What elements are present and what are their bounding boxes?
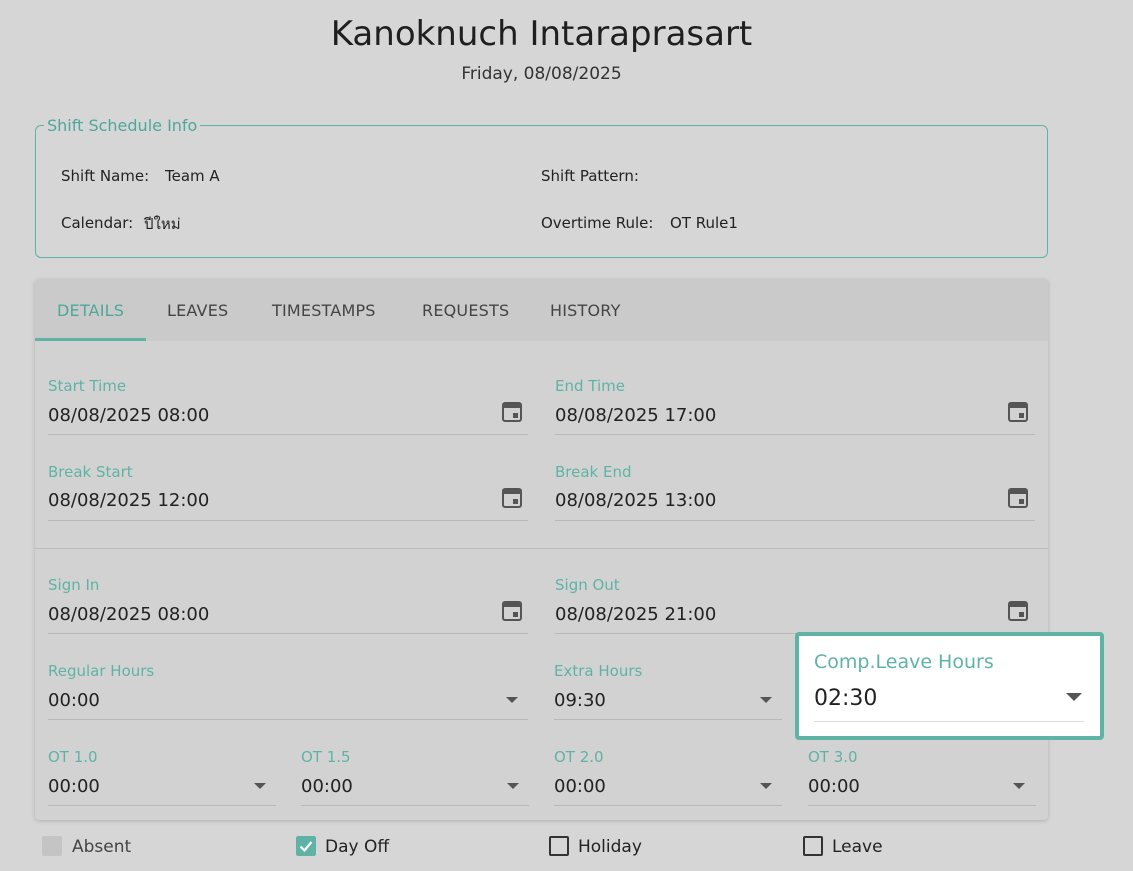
break-end-underline (555, 520, 1035, 521)
comp-leave-hours-label: Comp.Leave Hours (814, 651, 994, 673)
sign-in-input[interactable]: 08/08/2025 08:00 (48, 604, 209, 625)
ot-2-0-label: OT 2.0 (554, 748, 604, 766)
tab-leaves[interactable]: LEAVES (167, 301, 228, 320)
sign-out-input[interactable]: 08/08/2025 21:00 (555, 604, 716, 625)
sign-in-underline (48, 633, 528, 634)
regular-hours-select[interactable]: 00:00 (48, 690, 100, 711)
ot-1-0-select[interactable]: 00:00 (48, 776, 100, 797)
extra-hours-underline (554, 719, 782, 720)
shift-name-label: Shift Name: (61, 167, 150, 185)
calendar-icon[interactable] (1007, 399, 1029, 423)
ot-2-0-select[interactable]: 00:00 (554, 776, 606, 797)
employee-name: Kanoknuch Intaraprasart (330, 14, 753, 54)
chevron-down-icon[interactable] (1066, 693, 1082, 701)
calendar-icon[interactable] (501, 399, 523, 423)
calendar-value: ปีใหม่ (144, 215, 181, 233)
sign-out-label: Sign Out (555, 576, 620, 594)
absent-label: Absent (72, 837, 132, 857)
ot-1-5-select[interactable]: 00:00 (301, 776, 353, 797)
shift-pattern-label: Shift Pattern: (541, 167, 639, 185)
comp-leave-hours-underline (814, 721, 1084, 722)
section-divider (35, 548, 1048, 549)
start-time-input[interactable]: 08/08/2025 08:00 (48, 405, 209, 426)
chevron-down-icon[interactable] (760, 783, 772, 789)
shift-date: Friday, 08/08/2025 (461, 64, 622, 84)
tab-requests[interactable]: REQUESTS (422, 301, 509, 320)
holiday-checkbox[interactable] (549, 836, 569, 856)
holiday-label: Holiday (578, 837, 642, 857)
ot-1-5-label: OT 1.5 (301, 748, 351, 766)
calendar-icon[interactable] (501, 598, 523, 622)
calendar-label: Calendar: (61, 214, 134, 232)
calendar-icon[interactable] (1007, 598, 1029, 622)
ot-2-0-underline (554, 805, 782, 806)
break-start-input[interactable]: 08/08/2025 12:00 (48, 490, 209, 511)
shift-schedule-legend: Shift Schedule Info (44, 116, 201, 135)
sign-in-label: Sign In (48, 576, 100, 594)
ot-1-0-label: OT 1.0 (48, 748, 98, 766)
end-time-underline (555, 434, 1035, 435)
break-start-underline (48, 520, 528, 521)
chevron-down-icon[interactable] (760, 697, 772, 703)
chevron-down-icon[interactable] (506, 697, 518, 703)
end-time-input[interactable]: 08/08/2025 17:00 (555, 405, 716, 426)
ot-1-0-underline (48, 805, 276, 806)
calendar-icon[interactable] (1007, 485, 1029, 509)
regular-hours-underline (48, 719, 528, 720)
day-off-label: Day Off (325, 837, 390, 857)
break-start-label: Break Start (48, 463, 133, 481)
chevron-down-icon[interactable] (1013, 783, 1025, 789)
shift-name-value: Team A (165, 167, 220, 185)
active-tab-indicator (35, 338, 146, 341)
day-off-checkbox[interactable] (296, 836, 316, 856)
overtime-rule-label: Overtime Rule: (541, 214, 654, 232)
shift-schedule-box (35, 125, 1048, 258)
ot-3-0-underline (808, 805, 1036, 806)
chevron-down-icon[interactable] (254, 783, 266, 789)
start-time-label: Start Time (48, 377, 127, 395)
tab-timestamps[interactable]: TIMESTAMPS (272, 301, 376, 320)
leave-label: Leave (832, 837, 883, 857)
ot-3-0-select[interactable]: 00:00 (808, 776, 860, 797)
absent-checkbox[interactable] (42, 836, 62, 856)
comp-leave-hours-select[interactable]: 02:30 (814, 686, 877, 711)
extra-hours-label: Extra Hours (554, 662, 643, 680)
ot-1-5-underline (301, 805, 529, 806)
extra-hours-select[interactable]: 09:30 (554, 690, 606, 711)
end-time-label: End Time (555, 377, 625, 395)
regular-hours-label: Regular Hours (48, 662, 155, 680)
chevron-down-icon[interactable] (507, 783, 519, 789)
tab-details[interactable]: DETAILS (57, 301, 124, 320)
calendar-icon[interactable] (501, 485, 523, 509)
break-end-input[interactable]: 08/08/2025 13:00 (555, 490, 716, 511)
tab-bar: DETAILS LEAVES TIMESTAMPS REQUESTS HISTO… (35, 279, 1048, 341)
break-end-label: Break End (555, 463, 632, 481)
leave-checkbox[interactable] (803, 836, 823, 856)
overtime-rule-value: OT Rule1 (670, 214, 738, 232)
tab-history[interactable]: HISTORY (550, 301, 621, 320)
ot-3-0-label: OT 3.0 (808, 748, 858, 766)
start-time-underline (48, 434, 528, 435)
